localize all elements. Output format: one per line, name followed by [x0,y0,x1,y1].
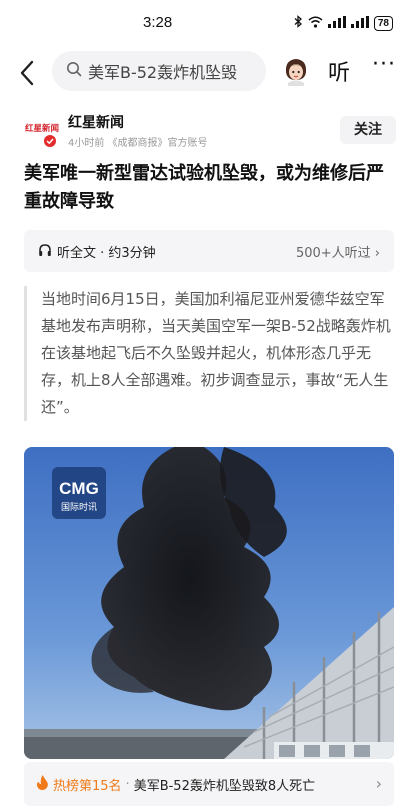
listen-duration-label: 听全文 · 约3分钟 [57,246,156,261]
article-quote: 当地时间6月15日，美国加利福尼亚州爱德华兹空军基地发布声明称，当天美国空军一架… [24,286,394,421]
back-button[interactable] [14,56,44,90]
hot-headline: 美军B-52轰炸机坠毁致8人死亡 [133,779,316,794]
chevron-right-icon: › [375,774,382,793]
quote-text: 当地时间6月15日，美国加利福尼亚州爱德华兹空军基地发布声明称，当天美国空军一架… [41,290,391,416]
search-input[interactable]: 美军B-52轰炸机坠毁 [52,51,266,91]
author-logo[interactable]: 红星新闻 [24,114,60,148]
status-bar: 3:28 78 [0,0,413,48]
more-options-button[interactable]: ··· [372,52,396,77]
avatar[interactable] [281,56,311,86]
status-icons: 78 [294,15,393,31]
headphones-icon [38,243,52,261]
svg-text:国际时讯: 国际时讯 [61,501,97,513]
fire-icon [36,775,49,794]
search-query: 美军B-52轰炸机坠毁 [88,63,238,82]
listen-button[interactable]: 听 [328,55,350,87]
signal-icon-2 [350,15,369,31]
author-name[interactable]: 红星新闻 [68,112,124,132]
news-image[interactable]: CMG 国际时讯 [24,447,394,759]
top-nav: 美军B-52轰炸机坠毁 听 ··· [0,48,413,98]
follow-button[interactable]: 关注 [340,116,396,144]
hot-ranking-info: 热榜第15名 · 美军B-52轰炸机坠毁致8人死亡 [36,775,315,794]
search-icon [66,61,82,81]
hot-ranking-bar[interactable]: 热榜第15名 · 美军B-52轰炸机坠毁致8人死亡 › [24,762,394,806]
svg-text:红星新闻: 红星新闻 [25,123,59,134]
hot-rank: 热榜第15名 [53,779,122,794]
listener-count: 500+人听过 › [295,246,380,261]
bluetooth-icon [294,15,303,31]
author-meta: 4小时前 《成都商报》官方账号 [68,138,208,149]
article-title: 美军唯一新型雷达试验机坠毁，或为维修后严重故障导致 [24,163,384,212]
listen-full-text-bar[interactable]: 听全文 · 约3分钟 500+人听过 › [24,230,394,272]
cmg-logo: CMG 国际时讯 [52,467,106,519]
hot-separator: · [125,777,130,792]
battery-indicator: 78 [373,15,393,31]
author-row: 红星新闻 红星新闻 4小时前 《成都商报》官方账号 关注 [24,112,396,152]
listen-full-text: 听全文 · 约3分钟 [38,242,156,261]
chevron-left-icon [20,60,34,86]
svg-text:CMG: CMG [59,479,99,498]
signal-icon [327,15,346,31]
wifi-icon [308,16,323,31]
status-time: 3:28 [143,14,173,31]
